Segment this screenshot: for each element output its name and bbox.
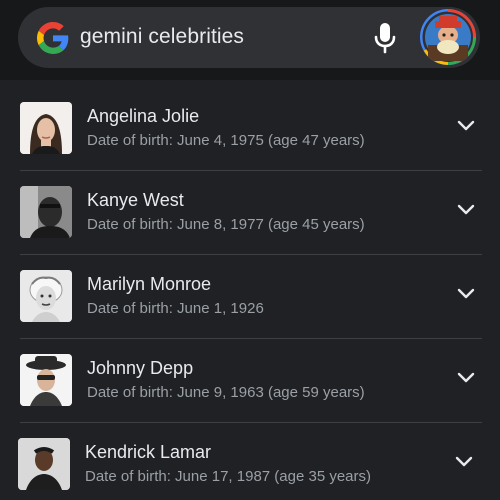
result-name: Kanye West — [87, 190, 184, 210]
microphone-icon[interactable] — [370, 21, 400, 55]
search-input[interactable]: gemini celebrities — [80, 23, 244, 51]
person-photo — [20, 354, 72, 406]
list-item[interactable]: Johnny Depp Date of birth: June 9, 1963 … — [20, 338, 482, 423]
result-detail: Date of birth: June 8, 1977 (age 45 year… — [87, 216, 365, 233]
list-item[interactable]: Marilyn Monroe Date of birth: June 1, 19… — [20, 254, 482, 339]
search-results-page: gemini celebrities Angelina Jolie Date o… — [0, 0, 500, 500]
person-photo — [20, 186, 72, 238]
list-item[interactable]: Kendrick Lamar Date of birth: June 17, 1… — [18, 422, 480, 500]
result-name: Marilyn Monroe — [87, 274, 212, 294]
person-photo — [20, 102, 72, 154]
chevron-down-icon[interactable] — [456, 371, 476, 385]
result-detail: Date of birth: June 4, 1975 (age 47 year… — [87, 132, 365, 149]
list-item[interactable]: Angelina Jolie Date of birth: June 4, 19… — [20, 86, 482, 171]
chevron-down-icon[interactable] — [454, 455, 474, 469]
google-g-icon — [37, 22, 69, 54]
person-photo — [18, 438, 70, 490]
result-name: Johnny Depp — [87, 358, 194, 378]
chevron-down-icon[interactable] — [456, 287, 476, 301]
list-item[interactable]: Kanye West Date of birth: June 8, 1977 (… — [20, 170, 482, 255]
result-name: Kendrick Lamar — [85, 442, 212, 462]
search-bar[interactable]: gemini celebrities — [18, 7, 480, 68]
user-avatar[interactable] — [420, 9, 476, 65]
person-photo — [20, 270, 72, 322]
chevron-down-icon[interactable] — [456, 119, 476, 133]
result-detail: Date of birth: June 1, 1926 — [87, 300, 264, 317]
result-name: Angelina Jolie — [87, 106, 200, 126]
result-detail: Date of birth: June 17, 1987 (age 35 yea… — [85, 468, 372, 485]
result-detail: Date of birth: June 9, 1963 (age 59 year… — [87, 384, 365, 401]
top-bar: gemini celebrities — [0, 0, 500, 80]
chevron-down-icon[interactable] — [456, 203, 476, 217]
